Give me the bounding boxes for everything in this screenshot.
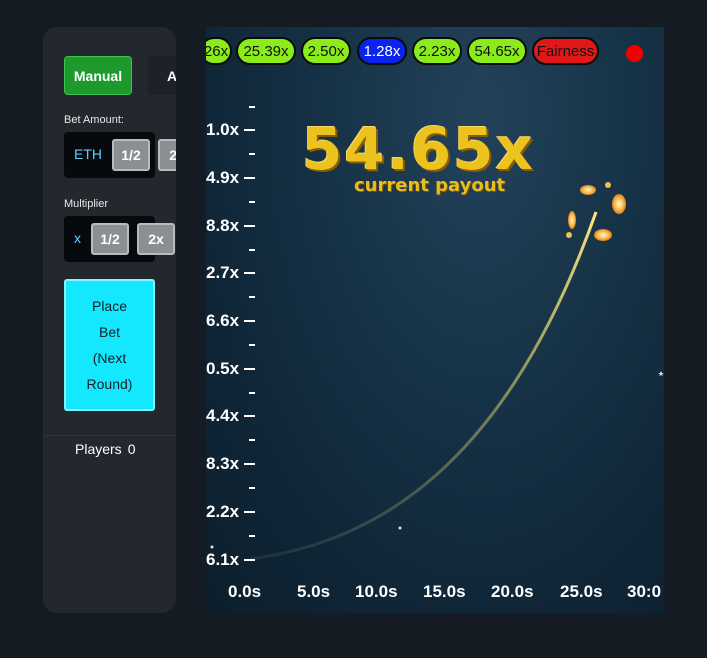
- history-item[interactable]: 54.65x: [467, 37, 527, 65]
- y-minor-tick: [249, 296, 255, 298]
- place-bet-line4: Round): [86, 376, 133, 392]
- y-axis-label: 0.5x: [206, 359, 240, 378]
- history-item[interactable]: 2.23x: [412, 37, 462, 65]
- tab-auto[interactable]: Auto: [148, 56, 176, 95]
- x-axis-label: 15.0s: [423, 582, 466, 601]
- x-axis-label: 5.0s: [297, 582, 331, 601]
- y-minor-tick: [249, 439, 255, 441]
- y-minor-tick: [249, 153, 255, 155]
- sparkle-icon: [210, 371, 664, 549]
- bet-currency: ETH: [74, 146, 102, 162]
- bet-double-button[interactable]: 2x: [158, 139, 176, 171]
- history-item[interactable]: 2.50x: [301, 37, 351, 65]
- players-number: 0: [127, 441, 136, 457]
- y-axis-label: 2.2x: [206, 502, 240, 521]
- status-dot: [626, 45, 643, 62]
- x-axis-label: 20.0s: [491, 582, 534, 601]
- payout-curve: [249, 211, 598, 561]
- y-axis-label: 2.7x: [206, 263, 240, 282]
- y-axis-label: 6.1x: [206, 550, 240, 569]
- x-axis-label: 30:0: [627, 582, 662, 601]
- place-bet-line3: (Next: [92, 350, 127, 366]
- y-major-tick: [244, 415, 255, 417]
- place-bet-line1: Place: [91, 298, 128, 314]
- y-axis-label: 8.8x: [206, 216, 240, 235]
- y-axis-label: 6.6x: [206, 311, 240, 330]
- y-minor-tick: [249, 487, 255, 489]
- y-axis-label: 4.9x: [206, 168, 240, 187]
- y-major-tick: [244, 320, 255, 322]
- y-major-tick: [244, 559, 255, 561]
- y-major-tick: [244, 463, 255, 465]
- y-axis-label: 1.0x: [206, 120, 240, 139]
- bet-amount-label: Bet Amount:: [64, 114, 124, 126]
- y-axis-label: 4.4x: [206, 406, 240, 425]
- y-minor-tick: [249, 201, 255, 203]
- y-minor-tick: [249, 249, 255, 251]
- tab-manual[interactable]: Manual: [64, 56, 132, 95]
- history-item[interactable]: 1.28x: [357, 37, 407, 65]
- current-payout-caption: current payout: [354, 175, 506, 196]
- y-major-tick: [244, 129, 255, 131]
- y-minor-tick: [249, 344, 255, 346]
- multiplier-prefix: x: [74, 230, 81, 246]
- fairness-button[interactable]: Fairness: [532, 37, 599, 65]
- multiplier-half-button[interactable]: 1/2: [91, 223, 129, 255]
- y-minor-tick: [249, 106, 255, 108]
- history-item[interactable]: 25.39x: [236, 37, 296, 65]
- bet-half-button[interactable]: 1/2: [112, 139, 150, 171]
- current-payout-value: 54.65x: [302, 115, 535, 183]
- x-axis-label: 25.0s: [560, 582, 603, 601]
- players-count: Players 0: [75, 441, 135, 457]
- explosion-icon: [566, 182, 626, 241]
- x-axis-label: 0.0s: [228, 582, 262, 601]
- y-major-tick: [244, 177, 255, 179]
- history-bar: 26x 25.39x 2.50x 1.28x 2.23x 54.65x Fair…: [206, 37, 664, 65]
- panel-divider: [43, 435, 176, 436]
- history-item[interactable]: 26x: [206, 37, 232, 65]
- y-axis-label: 8.3x: [206, 454, 240, 473]
- y-minor-tick: [249, 392, 255, 394]
- y-major-tick: [244, 511, 255, 513]
- y-major-tick: [244, 368, 255, 370]
- y-minor-tick: [249, 535, 255, 537]
- y-major-tick: [244, 225, 255, 227]
- multiplier-label: Multiplier: [64, 198, 109, 210]
- multiplier-double-button[interactable]: 2x: [137, 223, 175, 255]
- place-bet-line2: Bet: [98, 324, 120, 340]
- players-label: Players: [75, 441, 122, 457]
- bet-panel: Manual Auto Bet Amount: ETH 1/2 2x Multi…: [43, 27, 176, 613]
- place-bet-button[interactable]: Place Bet (Next Round): [64, 279, 155, 411]
- y-major-tick: [244, 272, 255, 274]
- crash-game-area: 26x 25.39x 2.50x 1.28x 2.23x 54.65x Fair…: [206, 27, 664, 613]
- x-axis-label: 10.0s: [355, 582, 398, 601]
